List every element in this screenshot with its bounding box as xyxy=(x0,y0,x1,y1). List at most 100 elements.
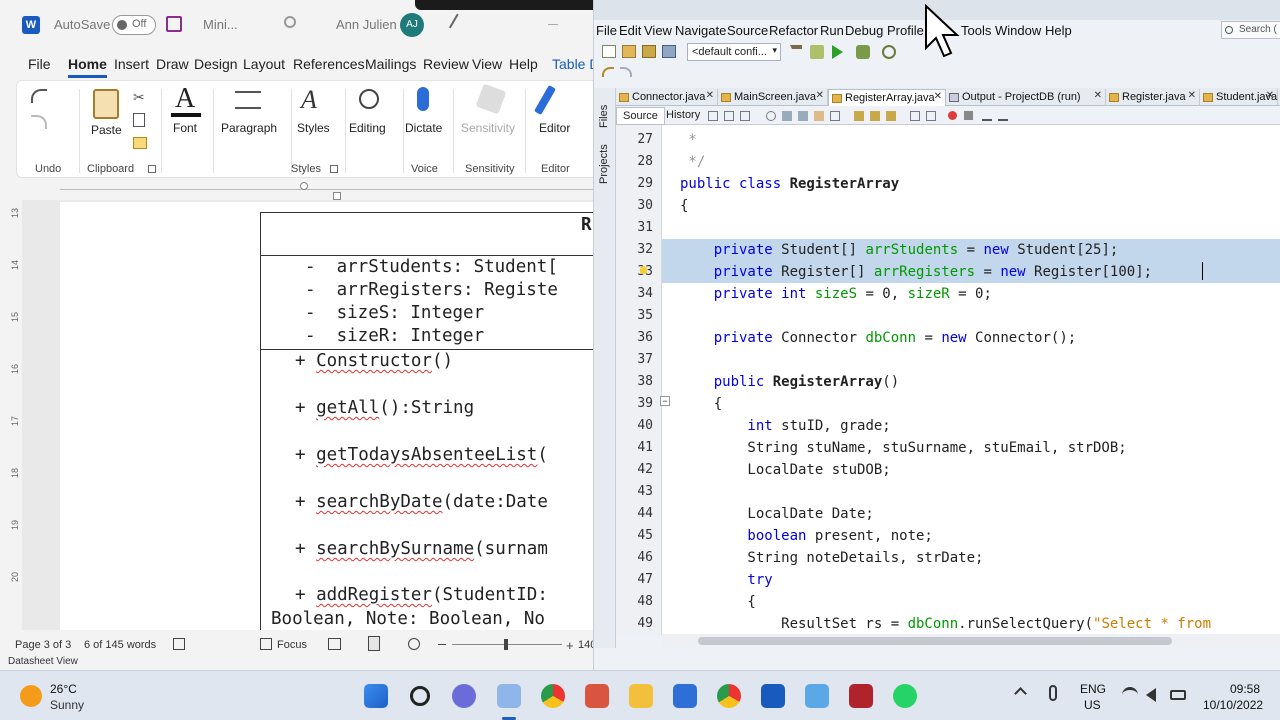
microphone-icon[interactable] xyxy=(1049,685,1057,701)
back-icon[interactable] xyxy=(724,111,734,121)
chevron-up-icon[interactable] xyxy=(1014,687,1027,700)
minimize-icon[interactable] xyxy=(548,24,558,25)
page-count[interactable]: Page 3 of 3 xyxy=(15,639,71,651)
microphone-icon[interactable] xyxy=(417,87,429,111)
code-line[interactable]: String stuName, stuSurname, stuEmail, st… xyxy=(680,437,1126,459)
nb-menu-window[interactable]: Window xyxy=(995,23,1041,38)
code-line[interactable]: */ xyxy=(680,151,705,173)
search-icon[interactable] xyxy=(410,686,430,706)
editor-pen-icon[interactable] xyxy=(534,85,556,115)
next-bookmark-icon[interactable] xyxy=(870,111,880,121)
paste-icon[interactable] xyxy=(93,89,119,119)
code-line[interactable]: try xyxy=(680,569,772,591)
debug-icon[interactable] xyxy=(856,45,870,59)
format-painter-icon[interactable] xyxy=(133,137,147,149)
tab-mainscreen[interactable]: MainScreen.java ✕ xyxy=(718,89,828,106)
file-explorer-icon[interactable] xyxy=(629,684,653,708)
volume-icon[interactable] xyxy=(1146,688,1156,702)
close-icon[interactable]: ✕ xyxy=(1094,90,1102,101)
clipboard-launcher-icon[interactable] xyxy=(148,165,156,173)
notepad-icon[interactable] xyxy=(805,684,829,708)
nb-menu-run[interactable]: Run xyxy=(820,23,844,38)
undo-icon[interactable] xyxy=(31,89,47,103)
wifi-icon[interactable] xyxy=(1122,687,1138,703)
close-icon[interactable]: ✕ xyxy=(1188,90,1196,101)
zoom-out-icon[interactable] xyxy=(438,644,446,645)
redo-icon[interactable] xyxy=(620,67,632,77)
zoom-in-icon[interactable]: + xyxy=(566,638,574,653)
close-icon[interactable]: ✕ xyxy=(706,90,714,101)
nb-menu-refactor[interactable]: Refactor xyxy=(769,23,818,38)
hint-bulb-icon[interactable] xyxy=(640,266,647,274)
toggle-bookmark-icon[interactable] xyxy=(886,111,896,121)
weather-temp[interactable]: 26°C xyxy=(50,682,77,696)
code-line[interactable]: public class RegisterArray xyxy=(680,173,899,195)
document-name[interactable]: Mini... xyxy=(203,17,238,32)
font-label[interactable]: Font xyxy=(173,121,197,135)
copy-icon[interactable] xyxy=(133,113,145,127)
paste-label[interactable]: Paste xyxy=(91,123,122,137)
tab-register[interactable]: Register.java ✕ xyxy=(1106,89,1200,106)
code-line[interactable]: public RegisterArray() xyxy=(680,371,899,393)
menu-view[interactable]: View xyxy=(472,56,502,72)
nb-menu-navigate[interactable]: Navigate xyxy=(675,23,726,38)
font-icon[interactable]: A xyxy=(175,83,195,115)
menu-home[interactable]: Home xyxy=(68,56,107,78)
sun-icon[interactable] xyxy=(20,685,42,707)
nb-menu-debug[interactable]: Debug xyxy=(845,23,883,38)
profile-icon[interactable] xyxy=(882,45,896,59)
shift-left-icon[interactable] xyxy=(910,111,920,121)
find-icon[interactable] xyxy=(766,111,776,121)
menu-mailings[interactable]: Mailings xyxy=(365,56,416,72)
search-icon[interactable] xyxy=(284,16,296,28)
save-icon[interactable] xyxy=(166,16,182,32)
nb-menu-help[interactable]: Help xyxy=(1045,23,1072,38)
focus-icon[interactable] xyxy=(260,638,272,650)
word-count[interactable]: 6 of 145 words xyxy=(84,639,156,651)
source-tab[interactable]: Source xyxy=(616,107,665,125)
read-mode-icon[interactable] xyxy=(328,638,341,650)
print-layout-icon[interactable] xyxy=(368,636,380,651)
paragraph-icon[interactable] xyxy=(235,91,261,109)
snipping-tool-icon[interactable] xyxy=(585,684,609,708)
nb-search-box[interactable]: Search ( xyxy=(1221,21,1280,39)
styles-icon[interactable]: A xyxy=(301,85,317,115)
tab-student[interactable]: Student.java ✕ xyxy=(1200,89,1278,106)
nb-menu-tools[interactable]: Tools xyxy=(961,23,991,38)
document-page[interactable]: R - arrStudents: Student[ - arrRegisters… xyxy=(60,202,600,630)
menu-layout[interactable]: Layout xyxy=(243,56,285,72)
nb-menu-edit[interactable]: Edit xyxy=(619,23,641,38)
nb-menu-source[interactable]: Source xyxy=(727,23,768,38)
chrome-profile-icon[interactable] xyxy=(717,684,741,708)
forward-icon[interactable] xyxy=(740,111,750,121)
undo-icon[interactable] xyxy=(602,67,614,77)
close-icon[interactable]: ✕ xyxy=(934,91,942,102)
code-editor[interactable]: * */ public class RegisterArray { private … xyxy=(662,125,1280,635)
prev-bookmark-icon[interactable] xyxy=(854,111,864,121)
dictate-label[interactable]: Dictate xyxy=(405,121,442,135)
find-prev-icon[interactable] xyxy=(782,111,792,121)
focus-label[interactable]: Focus xyxy=(277,639,307,651)
editing-search-icon[interactable] xyxy=(359,89,379,109)
paragraph-label[interactable]: Paragraph xyxy=(221,121,277,135)
code-line[interactable]: ResultSet rs = dbConn.runSelectQuery("Se… xyxy=(680,613,1211,635)
word-taskbar-icon[interactable] xyxy=(761,684,785,708)
code-line[interactable]: { xyxy=(680,393,722,415)
code-line[interactable]: int stuID, grade; xyxy=(680,415,890,437)
menu-references[interactable]: References xyxy=(293,56,365,72)
clock-date[interactable]: 10/10/2022 xyxy=(1203,698,1263,712)
language-line2[interactable]: US xyxy=(1084,698,1101,712)
cut-icon[interactable]: ✂ xyxy=(133,89,145,106)
styles-launcher-icon[interactable] xyxy=(330,165,338,173)
code-line[interactable]: LocalDate stuDOB; xyxy=(680,459,890,481)
clock-time[interactable]: 09:58 xyxy=(1230,682,1260,696)
find-next-icon[interactable] xyxy=(798,111,808,121)
hammer-icon[interactable] xyxy=(790,45,802,59)
zoom-slider-thumb[interactable] xyxy=(504,639,508,650)
menu-draw[interactable]: Draw xyxy=(156,56,189,72)
toggle-highlight-icon[interactable] xyxy=(814,111,824,121)
code-line[interactable]: { xyxy=(680,195,688,217)
whatsapp-icon[interactable] xyxy=(893,684,917,708)
shift-right-icon[interactable] xyxy=(926,111,936,121)
new-project-icon[interactable] xyxy=(622,45,636,58)
